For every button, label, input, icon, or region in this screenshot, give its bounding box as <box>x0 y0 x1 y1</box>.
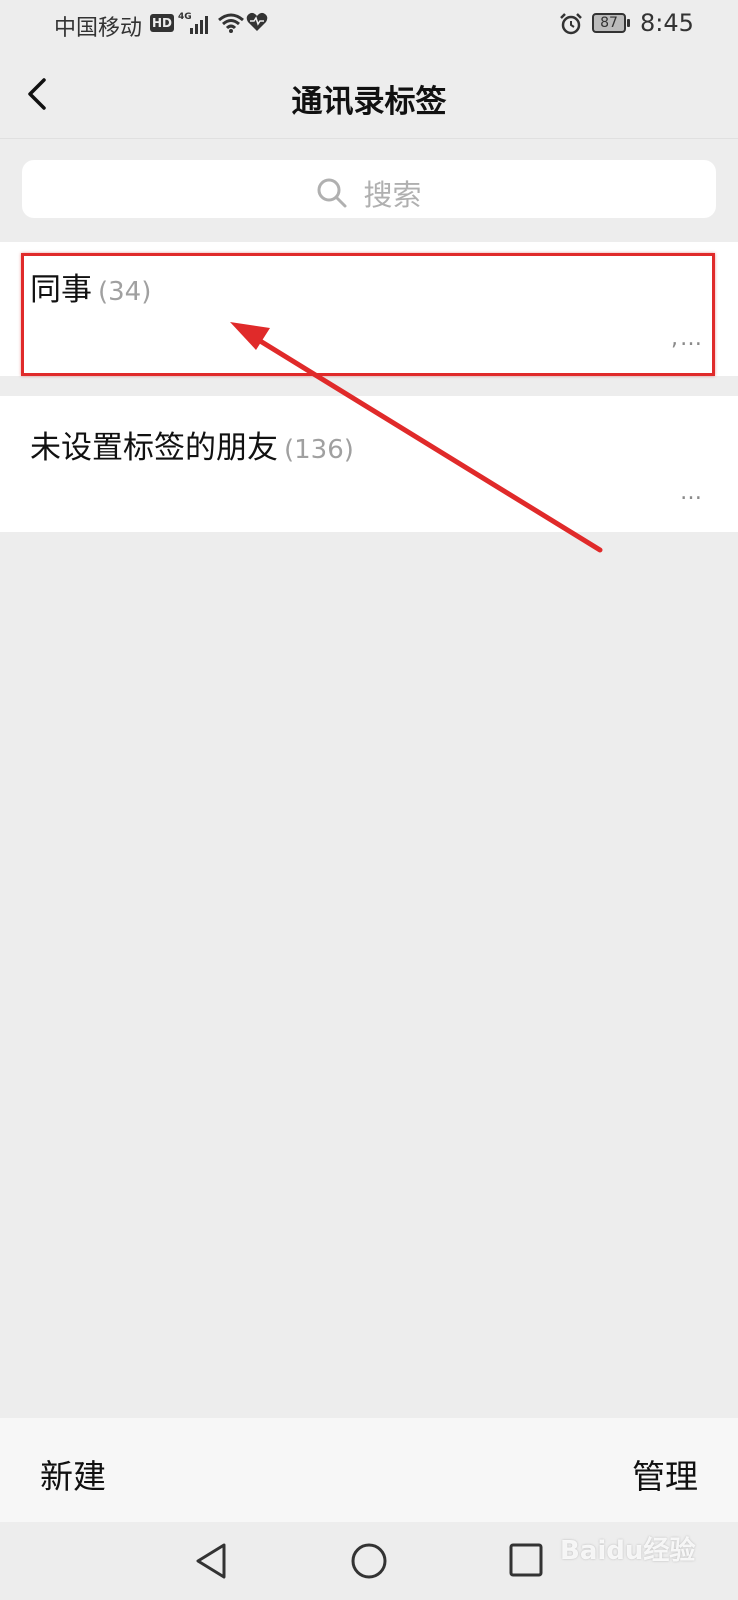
search-input[interactable]: 搜索 <box>22 160 716 218</box>
highlight-box-annotation <box>21 253 715 376</box>
alarm-icon <box>559 12 583 42</box>
tag-name-text: 未设置标签的朋友 <box>30 430 278 466</box>
new-tag-button[interactable]: 新建 <box>40 1450 106 1498</box>
tag-members-preview: … <box>680 480 704 505</box>
arrow-annotation-icon <box>230 322 603 553</box>
system-back-icon[interactable] <box>194 1542 230 1584</box>
bottom-toolbar: 新建 管理 <box>0 1418 738 1522</box>
navigation-bar: 通讯录标签 <box>0 50 738 139</box>
tag-member-count: (136) <box>284 435 354 465</box>
system-recents-icon[interactable] <box>508 1542 544 1582</box>
cellular-signal-icon: 4G <box>178 10 212 42</box>
battery-indicator: 87 <box>592 13 630 33</box>
tag-row-untagged-friends[interactable]: 未设置标签的朋友 (136) … <box>0 396 738 532</box>
manage-tags-button[interactable]: 管理 <box>632 1450 698 1498</box>
baidu-watermark: Baidu经验 <box>560 1536 696 1566</box>
system-home-icon[interactable] <box>350 1542 388 1584</box>
wifi-icon <box>218 12 244 40</box>
carrier-name: 中国移动 <box>54 16 143 41</box>
svg-text:4G: 4G <box>178 12 192 22</box>
clock-time: 8:45 <box>640 9 694 37</box>
search-placeholder: 搜索 <box>363 178 422 212</box>
page-title: 通讯录标签 <box>291 84 447 120</box>
status-bar: 中国移动 HD 4G 87 8:45 <box>0 0 738 50</box>
health-heart-icon <box>246 12 268 37</box>
hd-badge: HD <box>150 14 175 32</box>
search-icon <box>317 178 347 208</box>
tag-name: 未设置标签的朋友 (136) <box>30 422 354 467</box>
